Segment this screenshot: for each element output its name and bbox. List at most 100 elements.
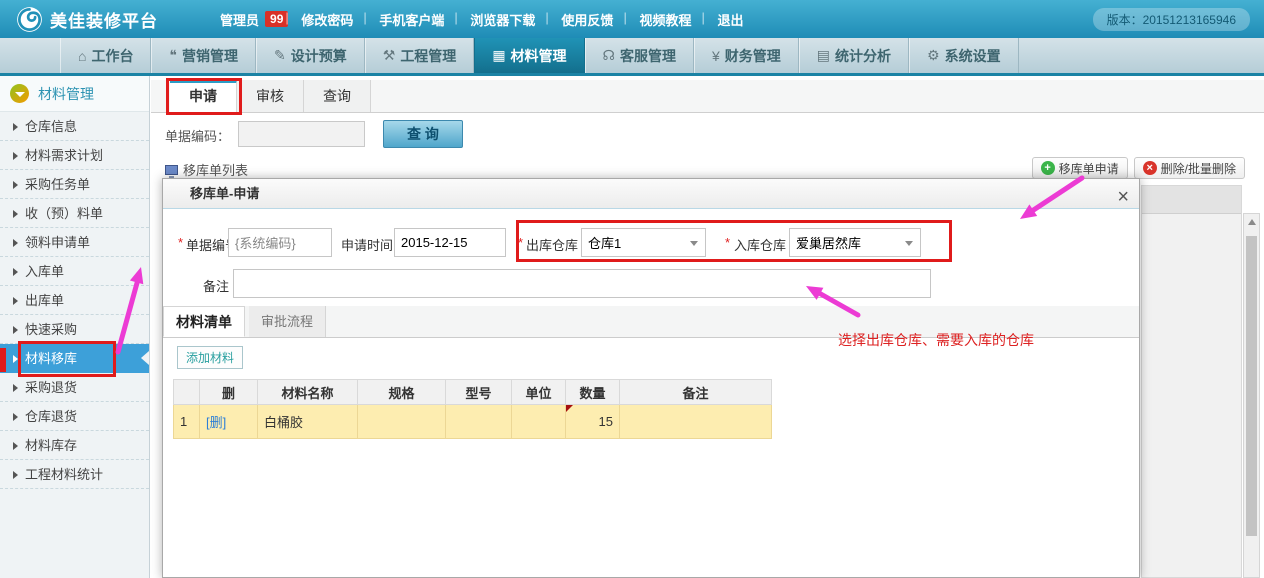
top-menu-item[interactable]: 修改密码 <box>288 10 366 29</box>
cell-spec[interactable] <box>358 405 446 439</box>
content-tab[interactable]: 审核 <box>237 80 304 112</box>
nav-tab-icon: ❝ <box>169 47 177 64</box>
top-menu-item[interactable]: 浏览器下载 <box>457 10 548 29</box>
top-menu-item[interactable]: 视频教程 <box>626 10 704 29</box>
dialog-title-bar[interactable]: 移库单-申请 × <box>163 179 1139 209</box>
scrollbar-up-icon[interactable] <box>1244 214 1259 230</box>
list-action-buttons: + 移库单申请 × 删除/批量删除 <box>1032 157 1245 179</box>
list-title: 移库单列表 <box>183 160 248 179</box>
row-delete-link[interactable]: [删] <box>206 415 226 430</box>
out-warehouse-select[interactable]: 仓库1 <box>581 228 706 257</box>
sidebar-item[interactable]: 领料申请单 <box>0 228 149 257</box>
sidebar: 材料管理 仓库信息材料需求计划采购任务单收（预）料单领料申请单入库单出库单快速采… <box>0 76 150 578</box>
sidebar-item[interactable]: 出库单 <box>0 286 149 315</box>
top-menu-item[interactable]: 退出 <box>704 10 756 29</box>
search-button[interactable]: 查 询 <box>383 120 463 148</box>
sidebar-item[interactable]: 材料需求计划 <box>0 141 149 170</box>
sidebar-item[interactable]: 入库单 <box>0 257 149 286</box>
sidebar-header[interactable]: 材料管理 <box>0 76 149 112</box>
nav-tab[interactable]: ✎ 设计预算 <box>256 38 365 73</box>
sidebar-item[interactable]: 仓库退货 <box>0 402 149 431</box>
collapse-circle-icon <box>10 84 29 103</box>
detail-tab-strip: 材料清单审批流程 <box>163 306 1139 338</box>
detail-tab[interactable]: 材料清单 <box>163 306 245 337</box>
content-tab-strip: 申请审核查询 <box>151 80 1264 113</box>
nav-spacer <box>0 38 60 73</box>
in-warehouse-select[interactable]: 爱巢居然库 <box>789 228 921 257</box>
sidebar-item[interactable]: 仓库信息 <box>0 112 149 141</box>
col-unit: 单位 <box>512 380 566 405</box>
scrollbar-thumb[interactable] <box>1246 236 1257 536</box>
nav-tab[interactable]: ⌂ 工作台 <box>60 38 151 73</box>
nav-tab-icon: ✎ <box>274 47 286 64</box>
vertical-scrollbar[interactable] <box>1243 213 1260 578</box>
remark-input[interactable] <box>233 269 931 298</box>
cell-name[interactable]: 白桶胶 <box>258 405 358 439</box>
date-input[interactable] <box>394 228 506 257</box>
nav-tab-label: 财务管理 <box>725 46 781 66</box>
out-warehouse-label: 出库仓库 <box>526 235 578 254</box>
content-tab[interactable]: 查询 <box>304 80 371 112</box>
col-spec: 规格 <box>358 380 446 405</box>
top-menu-item[interactable]: 使用反馈 <box>548 10 626 29</box>
transfer-apply-dialog: 移库单-申请 × * 单据编号 申请时间 * 出库仓库 仓库1 * 入库仓库 爱… <box>162 178 1140 578</box>
content-tab[interactable]: 申请 <box>170 80 237 113</box>
cell-model[interactable] <box>446 405 512 439</box>
search-row: 单据编码： 查 询 <box>151 113 1140 157</box>
col-model: 型号 <box>446 380 512 405</box>
sidebar-item[interactable]: 材料移库 <box>0 344 149 373</box>
sidebar-menu: 仓库信息材料需求计划采购任务单收（预）料单领料申请单入库单出库单快速采购材料移库… <box>0 112 149 489</box>
nav-tab[interactable]: ☊ 客服管理 <box>585 38 694 73</box>
cell-remark[interactable] <box>620 405 772 439</box>
sidebar-item[interactable]: 采购退货 <box>0 373 149 402</box>
delete-batch-button[interactable]: × 删除/批量删除 <box>1134 157 1245 179</box>
nav-tab[interactable]: ▤ 统计分析 <box>799 38 909 73</box>
top-menu: 修改密码手机客户端浏览器下载使用反馈视频教程退出 <box>288 10 756 29</box>
required-mark: * <box>178 235 183 250</box>
detail-tab[interactable]: 审批流程 <box>249 306 326 337</box>
nav-tab-label: 统计分析 <box>835 46 891 66</box>
delete-batch-label: 删除/批量删除 <box>1161 160 1236 177</box>
top-menu-item[interactable]: 手机客户端 <box>366 10 457 29</box>
sidebar-item[interactable]: 快速采购 <box>0 315 149 344</box>
nav-tab-label: 工作台 <box>91 46 133 66</box>
nav-tab[interactable]: ⚒ 工程管理 <box>365 38 475 73</box>
nav-tab-label: 材料管理 <box>511 46 567 66</box>
cell-index: 1 <box>174 405 200 439</box>
background-list-panel <box>1141 185 1242 578</box>
plus-icon: + <box>1041 161 1055 175</box>
nav-tab-icon: ⌂ <box>78 48 86 64</box>
new-transfer-label: 移库单申请 <box>1059 160 1119 177</box>
nav-tab-icon: ⚙ <box>927 47 940 64</box>
nav-tab[interactable]: ❝ 营销管理 <box>151 38 256 73</box>
sidebar-item[interactable]: 采购任务单 <box>0 170 149 199</box>
version-badge: 版本：20151213165946 <box>1093 8 1250 31</box>
required-mark: * <box>725 235 730 250</box>
remark-label: 备注 <box>203 276 229 295</box>
cell-unit[interactable] <box>512 405 566 439</box>
main-nav: ⌂ 工作台 ❝ 营销管理 ✎ 设计预算 ⚒ 工程管理 ▦ 材料管理 ☊ 客服管理 <box>0 38 1264 76</box>
list-title-row: 移库单列表 <box>165 160 248 179</box>
nav-tab-label: 客服管理 <box>620 46 676 66</box>
new-transfer-button[interactable]: + 移库单申请 <box>1032 157 1128 179</box>
col-remark: 备注 <box>620 380 772 405</box>
sidebar-item[interactable]: 材料库存 <box>0 431 149 460</box>
nav-tab[interactable]: ¥ 财务管理 <box>694 38 799 73</box>
nav-tab-label: 工程管理 <box>400 46 456 66</box>
nav-tab-icon: ⚒ <box>383 47 396 64</box>
nav-tab-icon: ☊ <box>603 47 615 64</box>
nav-tab-icon: ▤ <box>817 47 830 64</box>
add-material-button[interactable]: 添加材料 <box>177 346 243 369</box>
chevron-down-icon <box>905 241 913 246</box>
sidebar-item[interactable]: 收（预）料单 <box>0 199 149 228</box>
nav-tab[interactable]: ▦ 材料管理 <box>474 38 584 73</box>
code-input[interactable] <box>228 228 332 257</box>
col-qty: 数量 <box>566 380 620 405</box>
sidebar-item[interactable]: 工程材料统计 <box>0 460 149 489</box>
close-icon[interactable]: × <box>1117 182 1129 212</box>
nav-tab[interactable]: ⚙ 系统设置 <box>909 38 1019 73</box>
cell-qty[interactable]: 15 <box>566 405 620 439</box>
user-name[interactable]: 管理员 <box>220 10 259 29</box>
brand-logo-icon <box>16 6 43 33</box>
doc-code-input[interactable] <box>238 121 365 147</box>
